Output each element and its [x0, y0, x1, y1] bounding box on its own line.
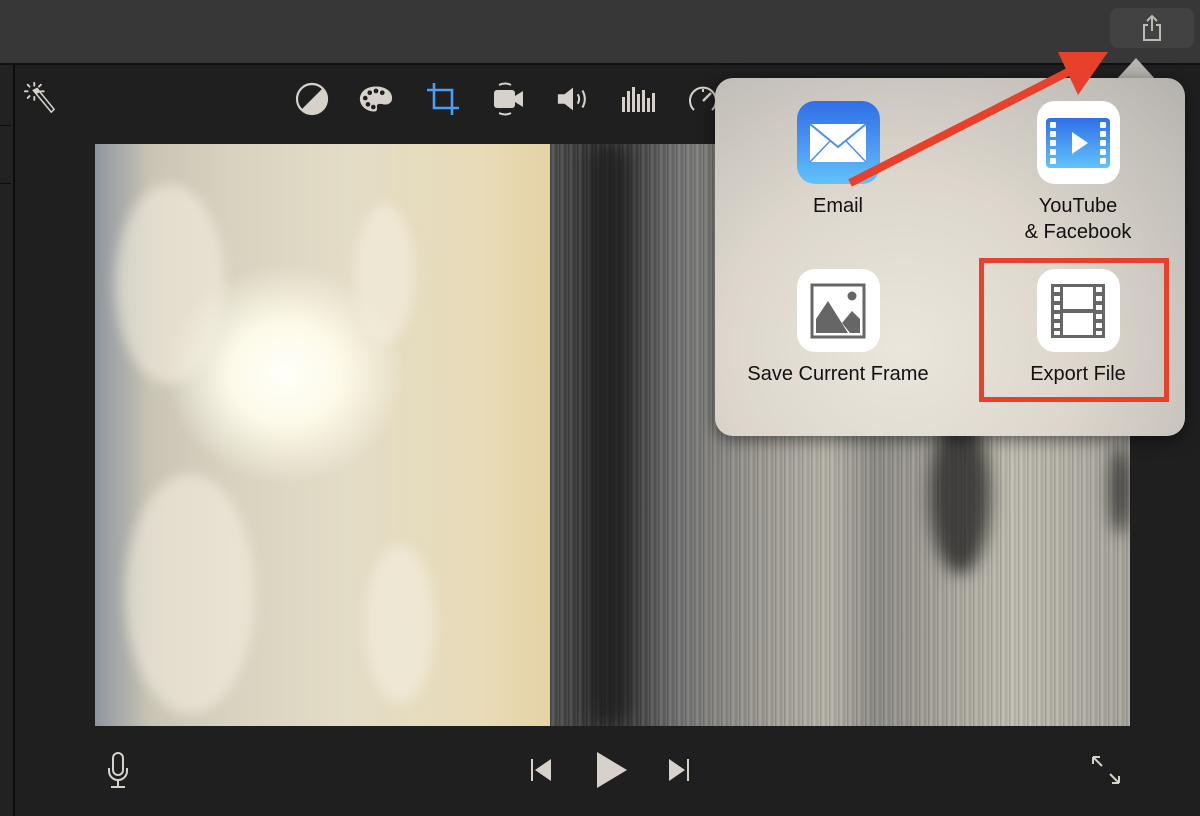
label-line-2: & Facebook [1024, 221, 1132, 243]
voiceover-button[interactable] [100, 748, 136, 792]
skip-forward-icon [669, 759, 689, 781]
export-file-app-icon [1036, 269, 1120, 352]
video-frame-sky [95, 144, 550, 726]
tool-color-balance[interactable] [295, 82, 329, 116]
sidebar-edge [0, 65, 15, 816]
share-button[interactable] [1110, 8, 1194, 48]
email-app-icon [796, 101, 880, 184]
share-youtube-facebook-label: YouTube & Facebook [1025, 193, 1132, 245]
youtube-facebook-app-icon [1036, 101, 1120, 184]
divider [0, 183, 11, 184]
skip-back-icon [531, 759, 551, 781]
label-line-1: YouTube [1038, 195, 1118, 217]
share-export-file[interactable]: Export File [968, 269, 1188, 387]
play-icon [597, 752, 627, 788]
mail-icon [809, 122, 867, 163]
share-export-file-label: Export File [1030, 363, 1126, 385]
tool-volume[interactable] [556, 82, 590, 116]
share-youtube-facebook[interactable]: YouTube & Facebook [968, 101, 1188, 245]
share-save-current-frame-label: Save Current Frame [747, 363, 929, 385]
next-button[interactable] [662, 754, 696, 786]
magic-wand-icon [23, 81, 56, 114]
film-strip-icon [1051, 283, 1105, 338]
previous-button[interactable] [524, 754, 558, 786]
tool-stabilization[interactable] [491, 82, 525, 116]
share-email-label: Email [812, 195, 863, 217]
fullscreen-button[interactable] [1088, 752, 1124, 788]
microphone-icon [108, 752, 128, 788]
video-camera-icon [494, 82, 523, 116]
share-save-current-frame[interactable]: Save Current Frame [728, 269, 948, 387]
image-icon [810, 283, 866, 338]
equalizer-icon [622, 87, 655, 112]
popover-tail [1116, 58, 1156, 80]
tool-noise-reduction[interactable] [621, 82, 655, 116]
color-balance-icon [295, 82, 329, 116]
save-frame-app-icon [796, 269, 880, 352]
play-button[interactable] [590, 748, 632, 792]
divider [0, 125, 11, 126]
crop-icon [427, 83, 459, 115]
share-email[interactable]: Email [728, 101, 948, 219]
title-bar [0, 0, 1200, 65]
share-icon [1143, 14, 1161, 41]
speaker-icon [557, 87, 586, 111]
tool-color-correction[interactable] [359, 82, 393, 116]
magic-wand-button[interactable] [22, 80, 56, 114]
palette-icon [359, 86, 393, 112]
tool-crop[interactable] [426, 82, 460, 116]
fullscreen-icon [1092, 756, 1120, 784]
video-play-icon [1046, 117, 1110, 168]
